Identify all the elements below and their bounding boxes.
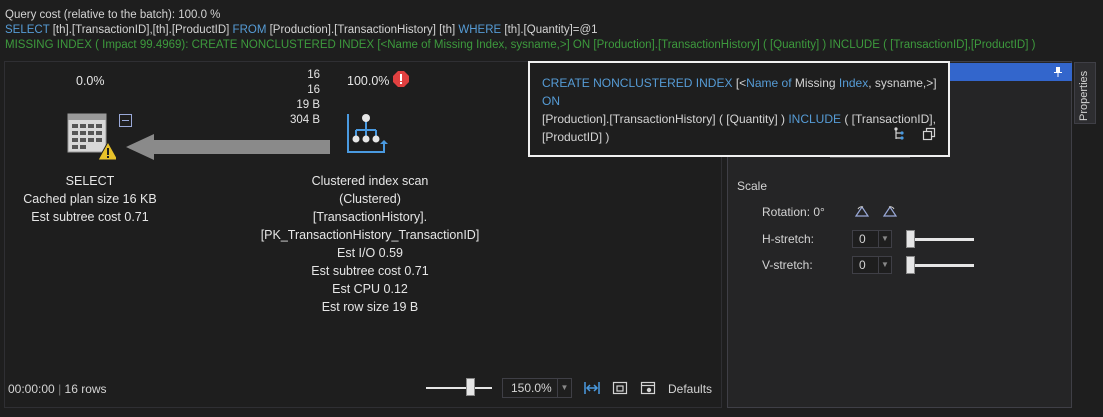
edge-estimated-rows: 16	[307, 84, 320, 96]
tooltip-include-keyword: INCLUDE	[788, 112, 841, 126]
select-keyword: SELECT	[5, 24, 50, 36]
missing-index-tooltip[interactable]: CREATE NONCLUSTERED INDEX [<Name of Miss…	[528, 61, 950, 157]
tooltip-index-keyword: Index	[838, 76, 869, 90]
clustered-index-scan-icon[interactable]	[346, 110, 388, 156]
pin-icon[interactable]	[1054, 66, 1062, 77]
collapse-node-icon[interactable]	[119, 114, 132, 127]
scan-node-label: Clustered index scan (Clustered) [Transa…	[225, 172, 515, 316]
zoom-slider-track[interactable]	[426, 387, 492, 389]
hstretch-slider-track[interactable]	[906, 238, 974, 241]
select-node-title: SELECT	[65, 174, 115, 188]
scan-line-0: Clustered index scan	[311, 174, 429, 188]
edge-data-size: 304 B	[289, 114, 320, 126]
select-node-icon[interactable]	[66, 110, 119, 162]
status-rows: 16 rows	[64, 382, 107, 396]
vstretch-value: 0	[859, 258, 866, 272]
query-sql-text[interactable]: SELECT [th].[TransactionID],[th].[Produc…	[5, 23, 1095, 38]
query-header: Query cost (relative to the batch): 100.…	[5, 8, 1095, 53]
scale-section-label: Scale	[737, 179, 768, 193]
chevron-down-icon: ▼	[557, 379, 571, 397]
chevron-down-icon: ▼	[878, 257, 891, 273]
zoom-to-fit-icon[interactable]	[612, 380, 628, 396]
tooltip-sysname: , sysname,>]	[868, 76, 937, 90]
edge-stats: 16 16 19 B 304 B	[270, 68, 320, 128]
tooltip-on-keyword: ON	[542, 94, 560, 108]
defaults-icon[interactable]	[640, 380, 656, 396]
scan-line-5: Est subtree cost 0.71	[311, 264, 429, 278]
select-cost-percent: 0.0%	[76, 74, 105, 88]
hstretch-input[interactable]: 0 ▼	[852, 230, 892, 248]
scan-line-6: Est CPU 0.12	[332, 282, 408, 296]
scan-cost-percent: 100.0%	[347, 74, 390, 88]
query-cost-text: Query cost (relative to the batch): 100.…	[5, 9, 221, 21]
tooltip-include-cols: ( [TransactionID],	[841, 112, 936, 126]
edge-row-size: 19 B	[296, 99, 320, 111]
tooltip-missing: Missing	[791, 76, 839, 90]
rotate-right-icon[interactable]	[882, 205, 898, 217]
edge-actual-rows: 16	[307, 69, 320, 81]
hstretch-slider-thumb[interactable]	[906, 230, 915, 248]
scan-line-7: Est row size 19 B	[321, 300, 419, 314]
zoom-select[interactable]: 150.0% ▼	[502, 378, 572, 398]
tooltip-name-keyword: Name of	[746, 76, 792, 90]
scan-line-2: [TransactionHistory].	[312, 210, 428, 224]
scan-line-3: [PK_TransactionHistory_TransactionID]	[260, 228, 480, 242]
tooltip-last-line: [ProductID] )	[542, 130, 610, 144]
fit-width-icon[interactable]	[584, 380, 600, 396]
missing-index-hint[interactable]: MISSING INDEX ( Impact 99.4969): CREATE …	[5, 38, 1095, 53]
from-keyword: FROM	[232, 24, 267, 36]
from-table: [Production].[TransactionHistory] [th]	[266, 24, 459, 36]
chevron-down-icon: ▼	[878, 231, 891, 247]
select-subtree-cost: Est subtree cost 0.71	[31, 210, 149, 224]
vstretch-input[interactable]: 0 ▼	[852, 256, 892, 274]
vstretch-slider-thumb[interactable]	[906, 256, 915, 274]
zoom-value: 150.0%	[511, 381, 552, 395]
hstretch-value: 0	[859, 232, 866, 246]
show-in-plan-icon[interactable]	[892, 127, 906, 141]
copy-icon[interactable]	[922, 127, 936, 141]
tooltip-bracket: [<	[732, 76, 747, 90]
where-condition: [th].[Quantity]=@1	[501, 24, 598, 36]
tooltip-create-keyword: CREATE NONCLUSTERED INDEX	[542, 76, 733, 90]
scan-line-4: Est I/O 0.59	[336, 246, 403, 260]
defaults-button[interactable]: Defaults	[668, 382, 712, 396]
tooltip-table: [Production].[TransactionHistory] ( [Qua…	[542, 112, 789, 126]
vstretch-label: V-stretch:	[762, 258, 813, 272]
data-flow-arrow[interactable]	[124, 132, 334, 162]
panel-divider	[830, 157, 910, 162]
select-plan-size: Cached plan size 16 KB	[23, 192, 157, 206]
rotate-left-icon[interactable]	[854, 205, 870, 217]
vstretch-slider-track[interactable]	[906, 264, 974, 267]
properties-side-tab[interactable]: Properties	[1074, 62, 1096, 124]
properties-tab-label: Properties	[1078, 70, 1090, 121]
hstretch-label: H-stretch:	[762, 232, 815, 246]
scan-line-1: (Clustered)	[339, 192, 401, 206]
select-columns: [th].[TransactionID],[th].[ProductID]	[49, 24, 233, 36]
zoom-slider-thumb[interactable]	[466, 378, 475, 396]
rotation-label: Rotation: 0°	[762, 205, 825, 219]
where-keyword: WHERE	[458, 24, 502, 36]
missing-index-warning-icon[interactable]	[393, 71, 409, 87]
tooltip-sql[interactable]: CREATE NONCLUSTERED INDEX [<Name of Miss…	[542, 74, 942, 146]
status-time: 00:00:00	[8, 382, 55, 396]
status-time-rows: 00:00:00 | 16 rows	[8, 382, 107, 396]
select-node-label: SELECT Cached plan size 16 KB Est subtre…	[10, 172, 170, 226]
